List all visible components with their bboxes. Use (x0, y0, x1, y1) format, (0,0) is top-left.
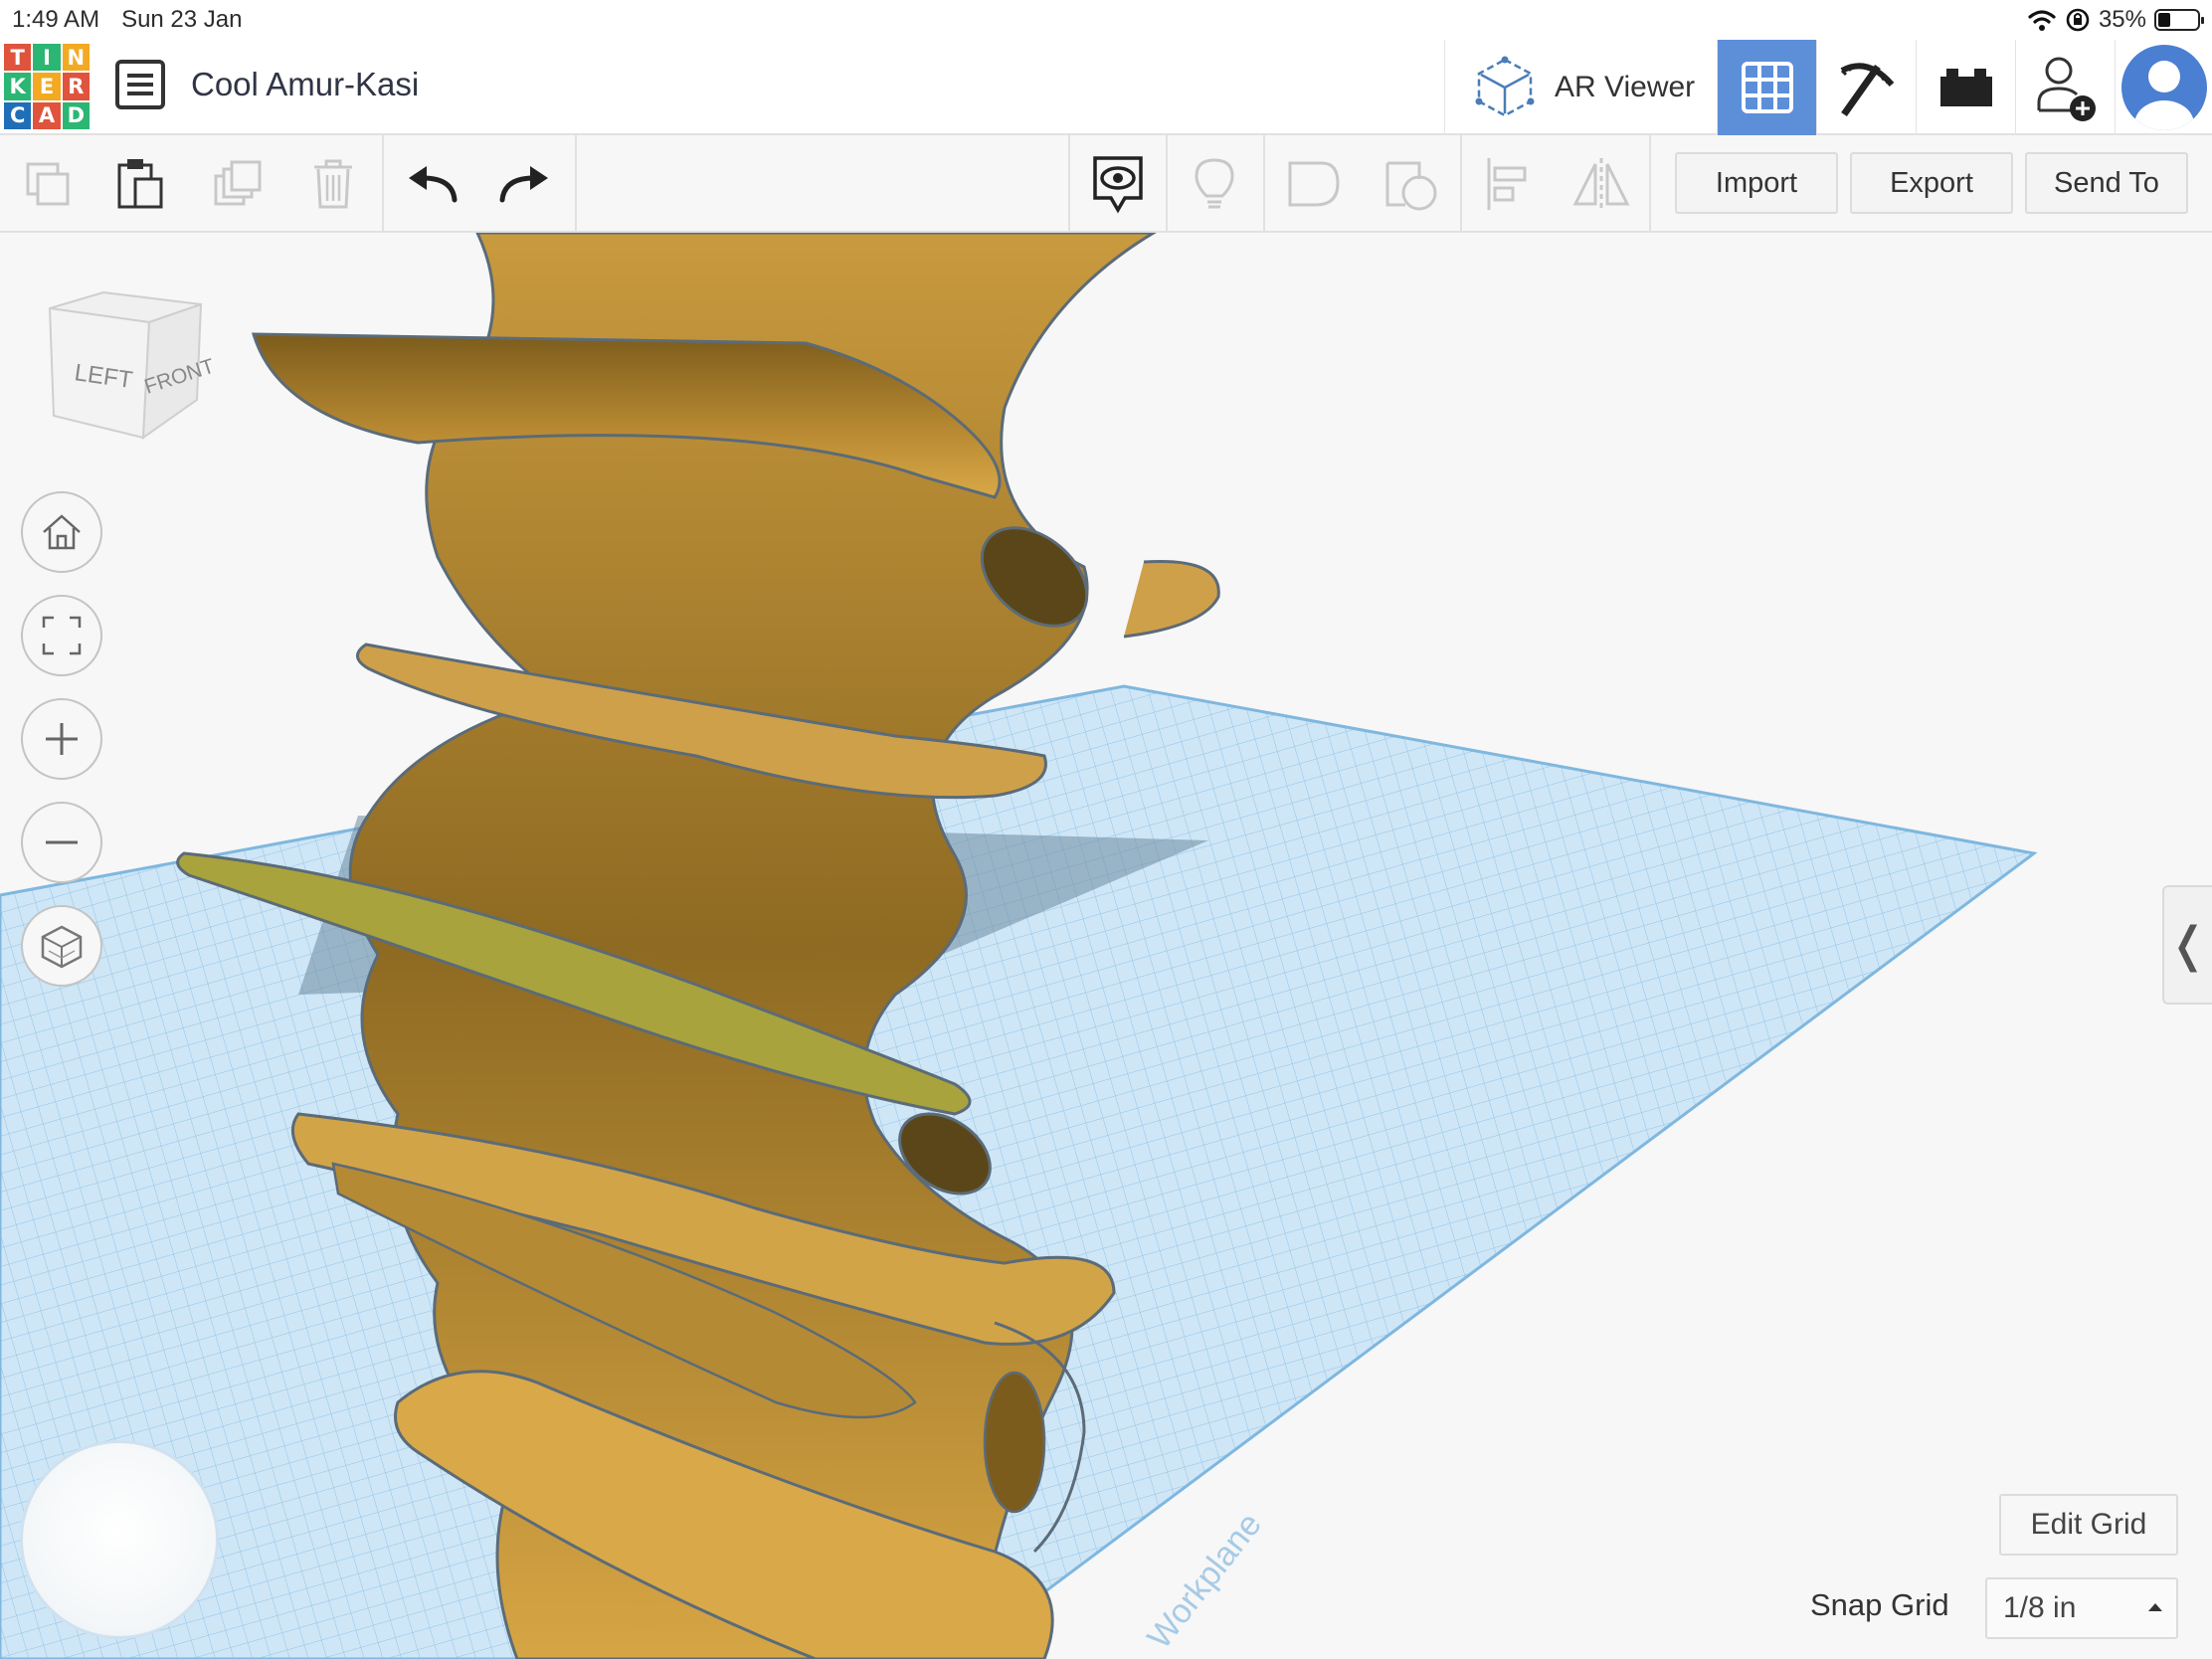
edit-grid-button[interactable]: Edit Grid (1999, 1494, 2178, 1556)
zoom-in-icon (46, 723, 78, 755)
dropdown-arrow-icon (2148, 1603, 2162, 1611)
light-bulb-icon (1195, 158, 1234, 209)
logo-letter: T (4, 44, 32, 72)
status-right: 35% (2027, 0, 2204, 40)
add-user-icon (2037, 57, 2096, 121)
3d-design-view-button[interactable] (1718, 40, 1817, 135)
group-button[interactable] (1279, 149, 1349, 219)
ungroup-icon (1385, 161, 1437, 211)
home-view-button[interactable] (21, 491, 102, 573)
notes-visibility-button[interactable] (1083, 149, 1153, 219)
fit-view-button[interactable] (21, 595, 102, 676)
ar-viewer-label: AR Viewer (1555, 71, 1696, 103)
status-date: Sun 23 Jan (121, 6, 243, 33)
zoom-in-button[interactable] (21, 698, 102, 780)
design-list-button[interactable] (115, 60, 165, 109)
perspective-button[interactable] (21, 905, 102, 987)
zoom-out-button[interactable] (21, 802, 102, 883)
zoom-out-icon (46, 840, 78, 844)
export-button[interactable]: Export (1850, 152, 2013, 214)
paste-icon (117, 159, 163, 209)
logo-letter: D (62, 101, 90, 129)
header-right-group: AR Viewer (1444, 40, 2212, 135)
mirror-icon (1572, 158, 1630, 210)
undo-icon (409, 166, 458, 203)
status-time: 1:49 AM (12, 6, 100, 33)
undo-button[interactable] (398, 149, 467, 219)
status-bar: 1:49 AM Sun 23 Jan 35% (0, 0, 2212, 40)
avatar (2121, 45, 2207, 130)
bricks-icon (1939, 69, 1992, 106)
ar-viewer-button[interactable]: AR Viewer (1445, 40, 1718, 135)
bricks-view-button[interactable] (1917, 40, 2016, 135)
tinkercad-app: 1:49 AM Sun 23 Jan 35% T I N K E R C A D… (0, 0, 2212, 1659)
paste-button[interactable] (105, 149, 175, 219)
ar-cube-icon (1475, 56, 1535, 117)
tinkercad-logo[interactable]: T I N K E R C A D (4, 44, 90, 129)
shapes-panel-toggle[interactable]: ❬ (2162, 885, 2212, 1005)
group-icon (1288, 161, 1340, 207)
align-button[interactable] (1473, 149, 1543, 219)
logo-letter: R (62, 73, 90, 100)
pickaxe-icon (1840, 63, 1894, 117)
view-cube[interactable]: LEFT FRONT (44, 288, 217, 462)
3d-workspace[interactable]: Workplane (0, 233, 2212, 1659)
blocks-view-button[interactable] (1817, 40, 1917, 135)
light-bulb-button[interactable] (1180, 149, 1249, 219)
align-icon (1487, 158, 1527, 210)
logo-letter: E (33, 73, 61, 100)
wifi-icon (2028, 10, 2056, 31)
snap-grid-value: 1/8 in (2003, 1591, 2077, 1624)
import-button[interactable]: Import (1675, 152, 1838, 214)
home-view-icon (43, 514, 81, 550)
navigation-joystick[interactable] (20, 1440, 219, 1639)
logo-letter: N (62, 44, 90, 72)
logo-letter: C (4, 101, 32, 129)
notes-visibility-icon (1093, 156, 1143, 214)
copy-button[interactable] (13, 149, 83, 219)
snap-grid-label: Snap Grid (1810, 1587, 1949, 1622)
account-button[interactable] (2116, 40, 2212, 135)
snap-grid-select[interactable]: 1/8 in (1985, 1577, 2178, 1639)
perspective-icon (41, 925, 83, 969)
battery-percent: 35% (2098, 6, 2146, 33)
logo-letter: A (33, 101, 61, 129)
delete-icon (314, 159, 352, 209)
duplicate-button[interactable] (204, 149, 274, 219)
design-title[interactable]: Cool Amur-Kasi (191, 66, 419, 103)
top-header: T I N K E R C A D Cool Amur-Kasi AR View… (0, 40, 2212, 135)
ungroup-button[interactable] (1377, 149, 1446, 219)
3d-design-grid-icon (1741, 62, 1793, 113)
mirror-button[interactable] (1567, 149, 1636, 219)
orientation-lock-icon (2066, 8, 2090, 32)
edit-toolbar: Import Export Send To (0, 135, 2212, 233)
logo-letter: I (33, 44, 61, 72)
redo-button[interactable] (489, 149, 559, 219)
logo-letter: K (4, 73, 32, 100)
battery-icon (2154, 9, 2204, 31)
chevron-left-icon: ❬ (2167, 917, 2209, 973)
workplane-scene: Workplane (0, 233, 2038, 1659)
copy-icon (26, 162, 70, 206)
fit-view-icon (42, 616, 82, 655)
redo-icon (499, 166, 548, 203)
workplane-watermark: Workplane (1140, 1506, 1269, 1656)
duplicate-icon (214, 160, 262, 206)
delete-button[interactable] (298, 149, 368, 219)
invite-button[interactable] (2016, 40, 2116, 135)
send-to-button[interactable]: Send To (2025, 152, 2188, 214)
